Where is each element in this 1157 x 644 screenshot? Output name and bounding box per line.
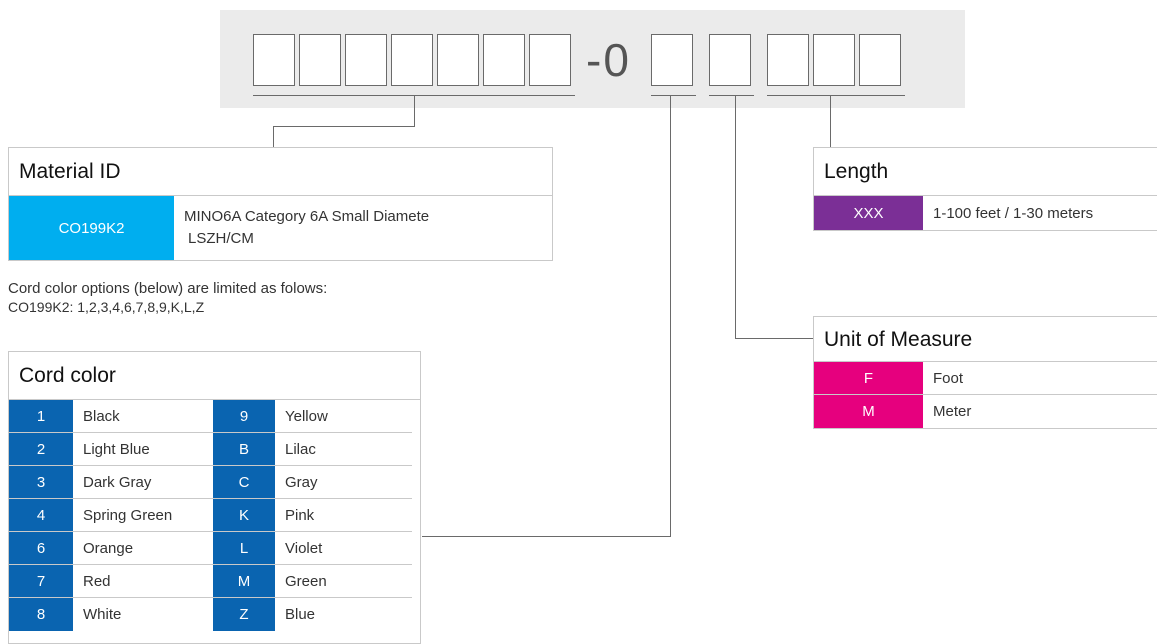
unit-of-measure-connector (735, 338, 813, 339)
unit-of-measure-panel: Unit of Measure F Foot M Meter (813, 316, 1157, 429)
cord-color-note: Cord color options (below) are limited a… (8, 280, 327, 316)
material-id-panel: Material ID CO199K2 MINO6A Category 6A S… (8, 147, 553, 261)
cord-color-table: 1 Black 9 Yellow 2 Light Blue B Lilac 3 … (9, 400, 420, 631)
unit-of-measure-connector (735, 96, 736, 339)
material-id-row: CO199K2 MINO6A Category 6A Small Diamete… (9, 196, 552, 260)
part-number-separator: -0 (586, 34, 631, 86)
cord-color-code: Z (213, 598, 275, 631)
cord-color-label: Light Blue (73, 433, 213, 466)
cord-color-code: 9 (213, 400, 275, 433)
unit-of-measure-title: Unit of Measure (814, 317, 1157, 362)
cord-color-panel: Cord color 1 Black 9 Yellow 2 Light Blue… (8, 351, 421, 644)
unit-of-measure-description: Foot (933, 369, 964, 387)
length-title: Length (814, 148, 1157, 196)
cord-color-label: Green (275, 565, 412, 598)
length-digit-box (859, 34, 901, 86)
cord-color-code: 4 (9, 499, 73, 532)
material-id-code: CO199K2 (9, 196, 174, 260)
material-id-connector (273, 126, 415, 127)
cord-color-label: Lilac (275, 433, 412, 466)
cord-color-label: Dark Gray (73, 466, 213, 499)
length-underline (767, 95, 905, 96)
material-id-digit-box (391, 34, 433, 86)
cord-color-code: 6 (9, 532, 73, 565)
length-row: XXX 1-100 feet / 1-30 meters (814, 196, 1157, 230)
cord-color-connector (422, 536, 671, 537)
cord-color-code: M (213, 565, 275, 598)
cord-color-label: White (83, 606, 122, 623)
unit-of-measure-underline (709, 95, 754, 96)
material-id-title: Material ID (9, 148, 552, 196)
material-id-digit-box (483, 34, 525, 86)
material-id-digit-box (299, 34, 341, 86)
cord-color-label: Violet (275, 532, 412, 565)
cord-color-label: Black (73, 400, 213, 433)
material-id-description-line1: MINO6A Category 6A Small Diamete (184, 208, 430, 225)
length-panel: Length XXX 1-100 feet / 1-30 meters (813, 147, 1157, 231)
cord-color-note-line2: CO199K2: 1,2,3,4,6,7,8,9,K,L,Z (8, 299, 205, 315)
length-connector (830, 96, 831, 147)
cord-color-code: K (213, 499, 275, 532)
cord-color-digit-box (651, 34, 693, 86)
material-id-digit-box (253, 34, 295, 86)
cord-color-code: 8 (9, 598, 73, 631)
cord-color-code: 7 (9, 565, 73, 598)
material-id-connector (414, 96, 415, 127)
cord-color-label: Yellow (275, 400, 412, 433)
cord-color-label: Gray (275, 466, 412, 499)
cord-color-note-line1: Cord color options (below) are limited a… (8, 280, 328, 297)
length-description: 1-100 feet / 1-30 meters (933, 204, 1094, 222)
length-digit-box (813, 34, 855, 86)
unit-of-measure-code: F (814, 362, 923, 394)
cord-color-code: L (213, 532, 275, 565)
cord-color-label: Pink (275, 499, 412, 532)
material-id-description: MINO6A Category 6A Small Diamete LSZH/CM (174, 196, 552, 260)
unit-of-measure-row: F Foot (814, 362, 1157, 395)
cord-color-code: 2 (9, 433, 73, 466)
cord-color-label: Orange (73, 532, 213, 565)
material-id-connector (273, 126, 274, 147)
cord-color-code: C (213, 466, 275, 499)
cord-color-label: Red (73, 565, 213, 598)
cord-color-code: 1 (9, 400, 73, 433)
unit-of-measure-row: M Meter (814, 395, 1157, 428)
length-digit-box (767, 34, 809, 86)
cord-color-title: Cord color (9, 352, 420, 400)
unit-of-measure-description: Meter (933, 403, 972, 420)
material-id-description-line2: LSZH/CM (188, 230, 254, 247)
cord-color-connector (670, 96, 671, 537)
cord-color-label: Blue (285, 606, 316, 623)
unit-of-measure-code: M (814, 395, 923, 428)
cord-color-label: Spring Green (73, 499, 213, 532)
material-id-digit-box (345, 34, 387, 86)
material-id-digit-box (437, 34, 479, 86)
cord-color-code: 3 (9, 466, 73, 499)
cord-color-code: B (213, 433, 275, 466)
cord-color-underline (651, 95, 696, 96)
material-id-digit-box (529, 34, 571, 86)
length-code: XXX (814, 196, 923, 230)
unit-of-measure-digit-box (709, 34, 751, 86)
